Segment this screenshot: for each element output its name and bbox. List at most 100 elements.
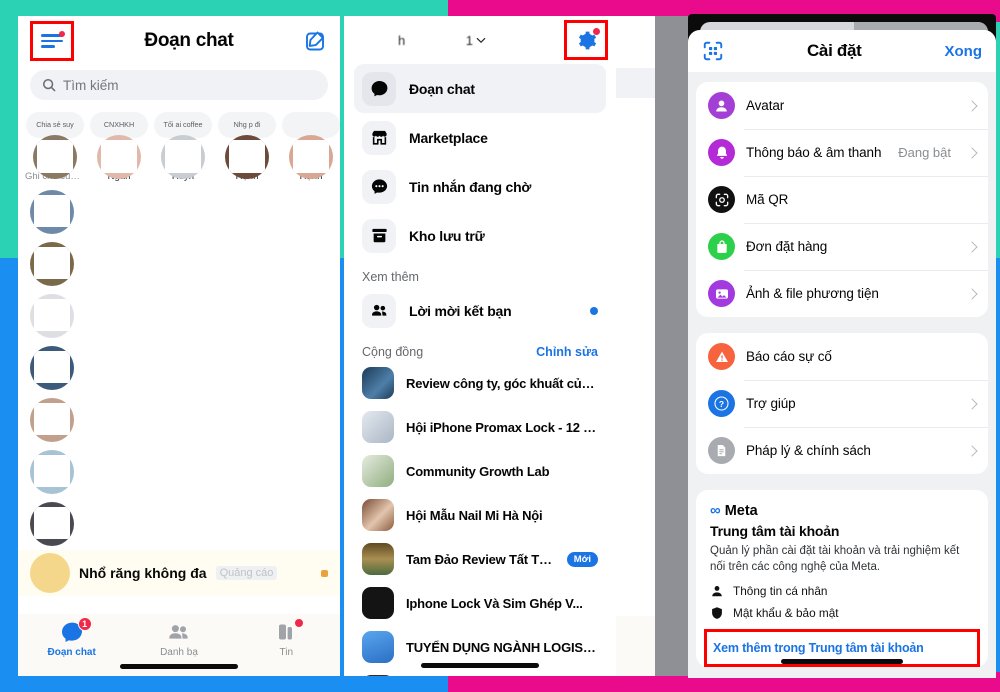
settings-row-help[interactable]: ? Trợ giúp [696,380,988,427]
table-row[interactable] [18,394,340,446]
tab-label: Tin [279,647,294,658]
avatar[interactable] [30,190,74,234]
accounts-center-item-personal-info[interactable]: Thông tin cá nhân [710,584,974,598]
menu-item-marketplace[interactable]: Marketplace [354,113,606,162]
group-thumbnail [362,455,394,487]
menu-item-archive[interactable]: Kho lưu trữ [354,211,606,260]
page-title: Đoạn chat [144,30,234,51]
avatar[interactable] [33,135,77,179]
table-row[interactable] [18,498,340,550]
story-item[interactable]: Chia sẻ suy Ghi chú của b... [25,112,85,182]
accounts-center-item-label: Mật khẩu & bảo mật [733,605,839,620]
avatar[interactable] [225,135,269,179]
menu-item-message-requests[interactable]: Tin nhắn đang chờ [354,162,606,211]
story-item[interactable]: Nhg p đi Hạnh [218,112,276,182]
group-label: Iphone Lock Và Sim Ghép V... [406,595,583,611]
hamburger-highlight-box[interactable] [30,21,74,61]
compose-icon[interactable] [304,29,328,53]
section-community: Cộng đồng Chỉnh sửa [344,335,616,361]
avatar[interactable] [30,346,74,390]
table-row[interactable] [18,238,340,290]
edit-link[interactable]: Chỉnh sửa [536,345,598,359]
screenshot-root: Tìm Chia sẻ su nghĩ... Ghi chú của Đoạn [0,0,1000,692]
ad-row[interactable]: Nhổ răng không đa Quảng cáo [18,550,340,596]
table-row[interactable] [18,342,340,394]
group-label: Tam Đảo Review Tất Tần... [406,551,555,567]
shield-icon [712,607,722,619]
help-icon: ? [708,390,735,417]
settings-row-orders[interactable]: Đơn đặt hàng [696,223,988,270]
menu-item-friend-requests[interactable]: Lời mời kết bạn [354,286,606,335]
list-item[interactable]: Community Growth Lab [354,449,606,493]
list-item[interactable]: Tam Đảo Review Tất Tần... Mới [354,537,606,581]
tab-chats[interactable]: 1 Đoạn chat [18,617,125,658]
group-thumbnail [362,543,394,575]
home-indicator [421,663,539,668]
stories-icon [273,618,305,644]
settings-row-avatar[interactable]: Avatar [696,82,988,129]
header-blurred-right: 1 [465,32,474,48]
list-item[interactable]: Iphone Lock Và Sim Ghép V... [354,581,606,625]
qr-icon [708,186,735,213]
chevron-down-icon[interactable] [475,34,487,46]
chevron-right-icon [966,444,978,457]
settings-row-media[interactable]: Ảnh & file phương tiện [696,270,988,317]
avatar[interactable] [30,502,74,546]
avatar[interactable] [97,135,141,179]
avatar [30,553,70,593]
story-item[interactable]: Hạnh [282,112,340,182]
done-button[interactable]: Xong [945,43,983,60]
group-label: Hội Mẫu Nail Mi Hà Nội [406,507,543,523]
ad-title: Nhổ răng không đa [79,565,207,581]
meta-logo-mark: ∞ [710,502,721,519]
list-item[interactable]: Hội iPhone Promax Lock - 12 P... [354,405,606,449]
notification-dot [592,27,600,35]
settings-row-qr[interactable]: Mã QR [696,176,988,223]
accounts-center-item-password-security[interactable]: Mật khẩu & bảo mật [710,606,974,620]
stories-row[interactable]: Chia sẻ suy Ghi chú của b... CNXHKH Ngân… [18,106,340,184]
menu-item-chats[interactable]: Đoạn chat [354,64,606,113]
section-title: Xem thêm [362,270,419,284]
mid-phone-header: h 1 [344,16,616,64]
list-item[interactable]: Hội Mẫu Nail Mi Hà Nội [354,493,606,537]
avatar-icon [708,92,735,119]
tab-contacts[interactable]: Danh bạ [125,620,232,658]
settings-row-notifications[interactable]: Thông báo & âm thanh Đang bật [696,129,988,176]
avatar[interactable] [161,135,205,179]
list-item[interactable]: CHỢ TAM NÔNG [354,669,606,676]
story-item[interactable]: CNXHKH Ngân [90,112,148,182]
avatar[interactable] [30,294,74,338]
menu-item-label: Lời mời kết bạn [409,302,512,319]
chat-bubble-icon: 1 [59,617,92,644]
hamburger-icon[interactable] [41,31,65,48]
status-badge: 1 [77,617,92,631]
ad-menu-dot[interactable] [321,569,328,577]
accounts-center-item-label: Thông tin cá nhân [733,583,828,598]
chat-list: Nhổ răng không đa Quảng cáo [18,184,340,596]
tab-stories[interactable]: Tin [233,618,340,658]
community-group-list: Review công ty, góc khuất của... Hội iPh… [344,361,616,676]
gear-icon[interactable] [576,27,600,51]
table-row[interactable] [18,186,340,238]
people-icon [166,620,192,644]
list-item[interactable]: Review công ty, góc khuất của... [354,361,606,405]
settings-row-report[interactable]: Báo cáo sự cố [696,333,988,380]
menu-item-label: Kho lưu trữ [409,227,485,244]
people-icon [362,293,396,328]
qr-scan-icon[interactable] [702,40,724,62]
accounts-center-link[interactable]: Xem thêm trong Trung tâm tài khoản [713,641,924,655]
search-input[interactable]: Tìm kiếm [30,70,328,100]
avatar[interactable] [30,242,74,286]
avatar[interactable] [30,398,74,442]
chevron-right-icon [966,287,978,300]
story-item[interactable]: Tối ai coffee Huỳn [154,112,212,182]
avatar[interactable] [30,450,74,494]
avatar[interactable] [289,135,333,179]
table-row[interactable] [18,290,340,342]
header-blurred-left: h [398,32,406,48]
gear-highlight-box[interactable] [564,20,608,60]
table-row[interactable] [18,446,340,498]
accounts-center-card: ∞ Meta Trung tâm tài khoản Quản lý phần … [696,490,988,667]
settings-row-label: Báo cáo sự cố [746,349,832,364]
settings-row-legal[interactable]: Pháp lý & chính sách [696,427,988,474]
